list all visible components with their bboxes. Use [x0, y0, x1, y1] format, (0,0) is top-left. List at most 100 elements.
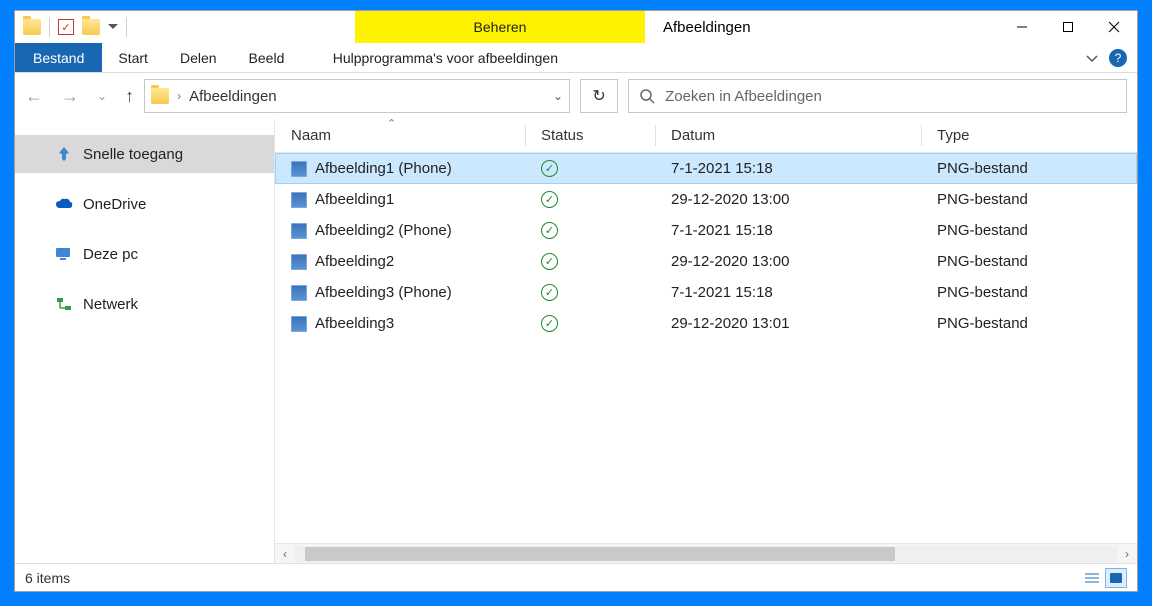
nav-back-button[interactable]: ← [25, 86, 43, 107]
image-file-icon [291, 192, 307, 208]
file-row[interactable]: Afbeelding2 (Phone) ✓ 7-1-2021 15:18PNG-be… [275, 215, 1137, 246]
file-type: PNG-bestand [921, 160, 1137, 177]
qat-separator [49, 17, 50, 37]
image-file-icon [291, 223, 307, 239]
window-title: Afbeeldingen [645, 11, 999, 43]
file-name: Afbeelding3 [315, 315, 394, 332]
status-synced-icon: ✓ [541, 222, 558, 239]
sidebar-item-label: OneDrive [83, 196, 146, 213]
image-file-icon [291, 254, 307, 270]
file-date: 7-1-2021 15:18 [655, 284, 921, 301]
status-synced-icon: ✓ [541, 315, 558, 332]
folder-icon[interactable] [82, 19, 100, 35]
status-synced-icon: ✓ [541, 160, 558, 177]
file-list[interactable]: Afbeelding1 (Phone)✓7-1-2021 15:18PNG-be… [275, 153, 1137, 543]
tab-view[interactable]: Beeld [233, 43, 301, 72]
refresh-button[interactable]: ↻ [580, 79, 618, 113]
column-header-status[interactable]: Status [525, 127, 655, 144]
minimize-button[interactable] [999, 11, 1045, 43]
address-bar[interactable]: › Afbeeldingen ⌄ [144, 79, 570, 113]
breadcrumb-separator-icon[interactable]: › [177, 89, 181, 103]
close-button[interactable] [1091, 11, 1137, 43]
qat-properties-icon[interactable]: ✓ [58, 19, 74, 35]
file-date: 29-12-2020 13:00 [655, 253, 921, 270]
sidebar-item-this-pc[interactable]: Deze pc [15, 235, 274, 273]
tab-picture-tools[interactable]: Hulpprogramma's voor afbeeldingen [300, 43, 590, 72]
pin-icon [55, 145, 73, 163]
pc-icon [55, 245, 73, 263]
file-type: PNG-bestand [921, 191, 1137, 208]
breadcrumb-item[interactable]: Afbeeldingen [189, 88, 277, 105]
scroll-thumb[interactable] [305, 547, 895, 561]
file-name: Afbeelding1 (Phone) [315, 160, 452, 177]
search-box[interactable]: Zoeken in Afbeeldingen [628, 79, 1127, 113]
explorer-window: ✓ Beheren Afbeeldingen Bestand Start Del… [14, 10, 1138, 592]
body: Snelle toegang OneDrive Deze pc Netwerk … [15, 119, 1137, 563]
tab-file[interactable]: Bestand [15, 43, 102, 72]
navigation-row: ← → ⌄ ↑ › Afbeeldingen ⌄ ↻ Zoeken in Afb… [15, 73, 1137, 119]
file-name: Afbeelding2 (Phone) [315, 222, 452, 239]
image-file-icon [291, 285, 307, 301]
column-header-type[interactable]: Type [921, 127, 1137, 144]
file-type: PNG-bestand [921, 284, 1137, 301]
sidebar-item-label: Netwerk [83, 296, 138, 313]
sidebar-item-quick-access[interactable]: Snelle toegang [15, 135, 274, 173]
column-divider[interactable] [921, 125, 922, 146]
column-header-name[interactable]: Naam [275, 127, 525, 144]
nav-history-dropdown[interactable]: ⌄ [97, 89, 107, 103]
help-icon[interactable]: ? [1109, 49, 1127, 67]
file-date: 29-12-2020 13:00 [655, 191, 921, 208]
file-row[interactable]: Afbeelding2✓29-12-2020 13:00PNG-bestand [275, 246, 1137, 277]
scroll-right-button[interactable]: › [1117, 547, 1137, 561]
sidebar-item-label: Deze pc [83, 246, 138, 263]
nav-forward-button[interactable]: → [61, 86, 79, 107]
horizontal-scrollbar[interactable]: ‹ › [275, 543, 1137, 563]
column-divider[interactable] [525, 125, 526, 146]
qat-separator [126, 17, 127, 37]
quick-access-toolbar: ✓ [15, 11, 355, 43]
scroll-left-button[interactable]: ‹ [275, 547, 295, 561]
column-headers: ⌃ Naam Status Datum Type [275, 119, 1137, 153]
search-icon [639, 88, 655, 104]
file-type: PNG-bestand [921, 315, 1137, 332]
status-item-count: 6 items [25, 570, 70, 586]
scroll-track[interactable] [295, 546, 1117, 562]
file-type: PNG-bestand [921, 222, 1137, 239]
status-bar: 6 items [15, 563, 1137, 591]
ribbon-expand-icon[interactable] [1085, 51, 1099, 65]
status-synced-icon: ✓ [541, 253, 558, 270]
window-controls [999, 11, 1137, 43]
file-row[interactable]: Afbeelding1✓29-12-2020 13:00PNG-bestand [275, 184, 1137, 215]
titlebar[interactable]: ✓ Beheren Afbeeldingen [15, 11, 1137, 43]
sidebar-item-onedrive[interactable]: OneDrive [15, 185, 274, 223]
cloud-icon [55, 195, 73, 213]
maximize-button[interactable] [1045, 11, 1091, 43]
file-row[interactable]: Afbeelding3✓29-12-2020 13:01PNG-bestand [275, 308, 1137, 339]
folder-icon [151, 88, 169, 104]
sidebar-item-network[interactable]: Netwerk [15, 285, 274, 323]
view-mode-toggles [1081, 568, 1127, 588]
address-history-dropdown[interactable]: ⌄ [553, 89, 563, 103]
file-name: Afbeelding1 [315, 191, 394, 208]
tab-share[interactable]: Delen [164, 43, 233, 72]
file-name: Afbeelding2 [315, 253, 394, 270]
file-row[interactable]: Afbeelding3 (Phone) ✓ 7-1-2021 15:18PNG-be… [275, 277, 1137, 308]
qat-dropdown-icon[interactable] [108, 22, 118, 32]
column-divider[interactable] [655, 125, 656, 146]
status-synced-icon: ✓ [541, 284, 558, 301]
file-pane: ⌃ Naam Status Datum Type Afbeelding1 (Ph… [275, 119, 1137, 563]
navigation-pane[interactable]: Snelle toegang OneDrive Deze pc Netwerk [15, 119, 275, 563]
network-icon [55, 295, 73, 313]
sort-indicator-icon: ⌃ [387, 117, 396, 130]
file-date: 7-1-2021 15:18 [655, 222, 921, 239]
tab-start[interactable]: Start [102, 43, 164, 72]
view-thumbnails-button[interactable] [1105, 568, 1127, 588]
file-row[interactable]: Afbeelding1 (Phone) ✓ 7-1-2021 15:18PNG-be… [275, 153, 1137, 184]
view-details-button[interactable] [1081, 568, 1103, 588]
column-header-date[interactable]: Datum [655, 127, 921, 144]
nav-up-button[interactable]: ↑ [125, 86, 134, 107]
file-name: Afbeelding3 (Phone) [315, 284, 452, 301]
sidebar-item-label: Snelle toegang [83, 146, 183, 163]
nav-arrows: ← → ⌄ ↑ [25, 86, 134, 107]
file-date: 7-1-2021 15:18 [655, 160, 921, 177]
